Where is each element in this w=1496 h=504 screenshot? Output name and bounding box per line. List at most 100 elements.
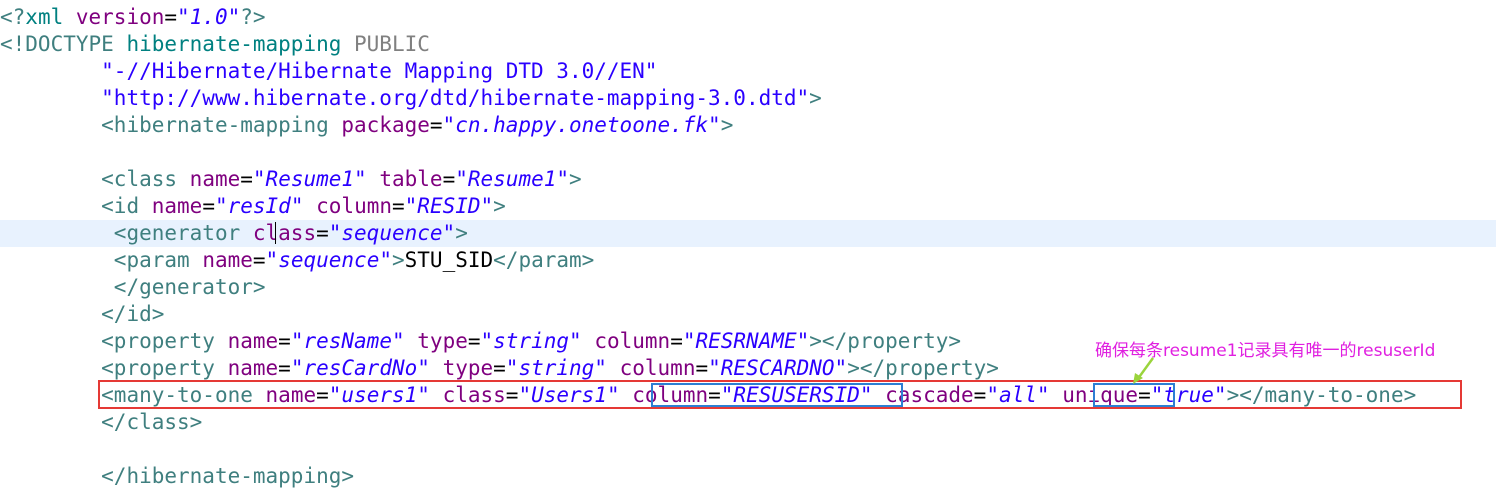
column-attribute-highlight-box (651, 383, 903, 407)
code-token: > (493, 194, 506, 218)
code-token: ></property> (847, 356, 999, 380)
code-token: "1.0" (177, 5, 241, 29)
code-token: "cn.happy.onetoone.fk" (442, 113, 721, 137)
code-token: "resCardNo" (290, 356, 430, 380)
code-token: name (227, 329, 279, 353)
code-line[interactable]: </hibernate-mapping> (0, 463, 1496, 490)
code-token: <class (101, 167, 190, 191)
code-line[interactable]: <hibernate-mapping package="cn.happy.one… (0, 112, 1496, 139)
code-token: <!DOCTYPE (0, 32, 127, 56)
code-line[interactable] (0, 139, 1496, 166)
code-line[interactable]: "http://www.hibernate.org/dtd/hibernate-… (0, 85, 1496, 112)
code-token: name (189, 167, 241, 191)
code-line[interactable]: <?xml version="1.0"?> (0, 4, 1496, 31)
code-token: "RESID" (404, 194, 494, 218)
code-token: = (164, 5, 178, 29)
code-token: = (467, 329, 481, 353)
code-token: "string" (505, 356, 607, 380)
code-line[interactable]: <generator class="sequence"> (0, 220, 1496, 247)
code-line[interactable]: </id> (0, 301, 1496, 328)
code-token: xml (25, 5, 76, 29)
code-token: > (720, 113, 734, 137)
code-token: = (316, 221, 329, 245)
code-token: "RESCARDNO" (708, 356, 848, 380)
code-token: > (569, 167, 582, 191)
code-token: "RESRNAME" (682, 329, 810, 353)
code-token: = (278, 329, 291, 353)
code-token: PUBLIC (354, 32, 430, 56)
code-editor[interactable]: <?xml version="1.0"?> <!DOCTYPE hibernate… (0, 0, 1496, 504)
code-token: "string" (480, 329, 582, 353)
code-token: "sequence" (328, 221, 456, 245)
code-token: = (392, 194, 405, 218)
code-token: column (316, 194, 392, 218)
code-token: = (240, 167, 253, 191)
code-token: <property (101, 329, 228, 353)
code-token: </hibernate-mapping> (101, 464, 355, 488)
code-token: = (202, 194, 215, 218)
code-token: "Resume1" (455, 167, 570, 191)
code-token: "-//Hibernate/Hibernate Mapping DTD 3.0/… (101, 59, 658, 83)
code-token: = (493, 356, 506, 380)
code-line[interactable]: <param name="sequence">STU_SID</param> (0, 247, 1496, 274)
code-token: = (670, 329, 683, 353)
code-line[interactable]: <class name="Resume1" table="Resume1"> (0, 166, 1496, 193)
code-token: column (594, 329, 671, 353)
code-token: STU_SID (404, 248, 494, 272)
code-token: "http://www.hibernate.org/dtd/hibernate-… (101, 86, 810, 110)
code-token: class (252, 221, 317, 245)
code-token: = (695, 356, 709, 380)
code-token: name (227, 356, 279, 380)
code-line[interactable]: </generator> (0, 274, 1496, 301)
code-token: > (391, 248, 405, 272)
code-token: version (75, 5, 165, 29)
code-token: name (202, 248, 253, 272)
code-token: </generator> (113, 275, 266, 299)
code-token: = (252, 248, 266, 272)
code-line[interactable] (0, 436, 1496, 463)
code-line[interactable]: </class> (0, 409, 1496, 436)
code-line[interactable]: "-//Hibernate/Hibernate Mapping DTD 3.0/… (0, 58, 1496, 85)
unique-attribute-highlight-box (1093, 383, 1175, 407)
code-token: <generator (113, 221, 253, 245)
code-token: </class> (101, 410, 203, 434)
code-token: </param> (493, 248, 595, 272)
code-token: hibernate-mapping (126, 32, 355, 56)
code-token: > (455, 221, 468, 245)
text-caret (275, 222, 276, 244)
code-token: ></property> (809, 329, 961, 353)
code-token: type (442, 356, 494, 380)
code-token: </id> (101, 302, 165, 326)
code-token: name (151, 194, 203, 218)
code-token: ?> (240, 5, 266, 29)
code-token: type (417, 329, 468, 353)
code-token: <? (0, 5, 26, 29)
code-token: "resId" (214, 194, 304, 218)
annotation-note: 确保每条resume1记录具有唯一的resuserId (1095, 341, 1436, 361)
code-token: table (379, 167, 443, 191)
code-token: <param (113, 248, 203, 272)
code-token: "Resume1" (252, 167, 367, 191)
code-line[interactable]: <id name="resId" column="RESID"> (0, 193, 1496, 220)
code-token: = (442, 167, 456, 191)
code-token: <hibernate-mapping (101, 113, 342, 137)
code-line[interactable]: <!DOCTYPE hibernate-mapping PUBLIC (0, 31, 1496, 58)
